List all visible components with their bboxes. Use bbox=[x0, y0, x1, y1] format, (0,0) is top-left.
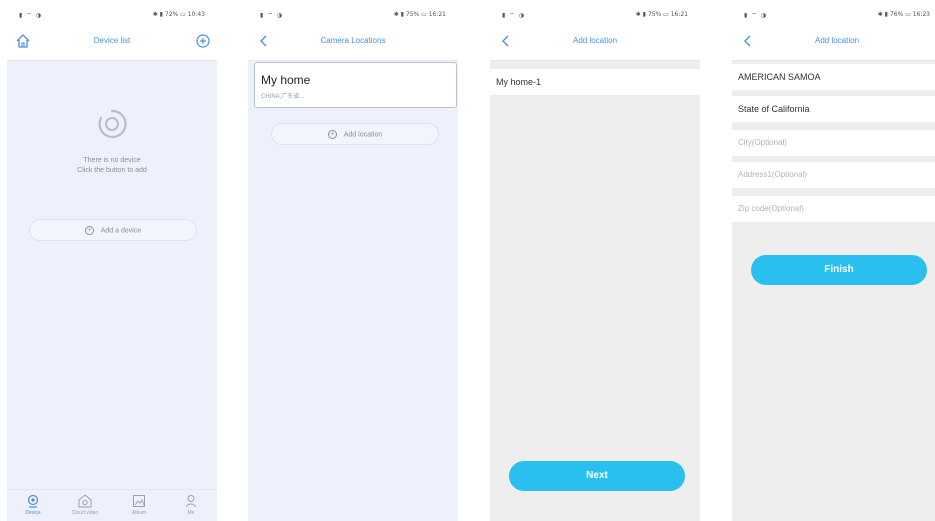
status-right: ✱ ▮ 75% ▭ 16:21 bbox=[635, 11, 688, 18]
status-left: ▮ ⌔ ◑ bbox=[744, 12, 767, 19]
nav-bar: Add location bbox=[732, 23, 935, 61]
zip-code-field[interactable]: Zip code(Optional) bbox=[732, 196, 935, 222]
nav-bar: Camera Locations bbox=[248, 23, 458, 61]
status-left: ▮ ⌔ ◑ bbox=[502, 12, 525, 19]
tab-cloud-video[interactable]: Cloud video bbox=[65, 494, 105, 516]
tab-me-label: Me bbox=[187, 510, 195, 516]
device-list-screen: ▮ ⌔ ◑ ✱ ▮ 72% ▭ 10:43 Device list There … bbox=[7, 6, 217, 521]
person-icon bbox=[186, 495, 196, 508]
plus-circle-icon: + bbox=[84, 226, 94, 235]
camera-icon bbox=[27, 494, 39, 508]
zip-code-placeholder: Zip code(Optional) bbox=[738, 204, 804, 213]
tab-device[interactable]: Device bbox=[13, 494, 53, 516]
status-bar: ▮ ⌔ ◑ ✱ ▮ 75% ▭ 16:21 bbox=[490, 6, 700, 23]
tab-album-label: Album bbox=[131, 510, 147, 516]
state-value: State of California bbox=[738, 104, 810, 114]
add-device-label: Add a device bbox=[100, 227, 142, 235]
plus-circle-icon: + bbox=[327, 130, 337, 139]
page-title: Add location bbox=[572, 36, 618, 45]
address-placeholder: Address1(Optional) bbox=[738, 170, 807, 179]
location-region: CHINA,广东省... bbox=[261, 94, 305, 100]
status-bar: ▮ ⌔ ◑ ✱ ▮ 76% ▭ 16:23 bbox=[732, 6, 935, 23]
status-right: ✱ ▮ 72% ▭ 10:43 bbox=[152, 11, 205, 18]
location-name: My home bbox=[261, 73, 311, 87]
city-placeholder: City(Optional) bbox=[738, 138, 787, 147]
album-icon bbox=[133, 495, 145, 507]
status-bar: ▮ ⌔ ◑ ✱ ▮ 75% ▭ 16:21 bbox=[248, 6, 458, 23]
next-button[interactable]: Next bbox=[509, 461, 685, 491]
page-title: Camera Locations bbox=[320, 36, 386, 45]
status-left: ▮ ⌔ ◑ bbox=[260, 12, 283, 19]
tab-album[interactable]: Album bbox=[119, 494, 159, 516]
location-card[interactable]: My home CHINA,广东省... bbox=[254, 62, 457, 108]
status-right: ✱ ▮ 75% ▭ 16:21 bbox=[393, 11, 446, 18]
page-title: Add location bbox=[814, 36, 860, 45]
city-field[interactable]: City(Optional) bbox=[732, 130, 935, 156]
add-location-label: Add location bbox=[343, 131, 383, 139]
tab-cloud-video-label: Cloud video bbox=[71, 510, 99, 516]
status-right: ✱ ▮ 76% ▭ 16:23 bbox=[877, 11, 930, 18]
cloud-video-icon bbox=[78, 494, 92, 508]
address-field[interactable]: Address1(Optional) bbox=[732, 162, 935, 188]
status-left: ▮ ⌔ ◑ bbox=[19, 12, 42, 19]
add-location-name-screen: ▮ ⌔ ◑ ✱ ▮ 75% ▭ 16:21 Add location My ho… bbox=[490, 6, 700, 521]
add-circle-icon[interactable] bbox=[195, 33, 211, 49]
status-bar: ▮ ⌔ ◑ ✱ ▮ 72% ▭ 10:43 bbox=[7, 6, 217, 23]
nav-bar: Add location bbox=[490, 23, 700, 61]
bottom-tab-bar: Device Cloud video Album Me bbox=[7, 489, 217, 521]
empty-state-line1: There is no device bbox=[83, 157, 141, 164]
country-value: AMERICAN SAMOA bbox=[738, 72, 821, 82]
camera-locations-screen: ▮ ⌔ ◑ ✱ ▮ 75% ▭ 16:21 Camera Locations M… bbox=[248, 6, 458, 521]
finish-button[interactable]: Finish bbox=[751, 255, 927, 285]
tab-device-label: Device bbox=[25, 510, 41, 516]
no-device-icon bbox=[97, 109, 127, 139]
location-name-field[interactable]: My home-1 bbox=[490, 69, 700, 95]
location-name-value: My home-1 bbox=[496, 77, 542, 87]
state-field[interactable]: State of California bbox=[732, 96, 935, 122]
empty-state-line2: Click the button to add bbox=[77, 167, 147, 174]
nav-bar: Device list bbox=[7, 23, 217, 61]
page-title: Device list bbox=[93, 36, 131, 45]
add-location-address-screen: ▮ ⌔ ◑ ✱ ▮ 76% ▭ 16:23 Add location AMERI… bbox=[732, 6, 935, 521]
add-device-button[interactable]: + Add a device bbox=[29, 219, 197, 241]
tab-me[interactable]: Me bbox=[171, 494, 211, 516]
add-location-button[interactable]: + Add location bbox=[271, 123, 439, 145]
country-field[interactable]: AMERICAN SAMOA bbox=[732, 64, 935, 90]
